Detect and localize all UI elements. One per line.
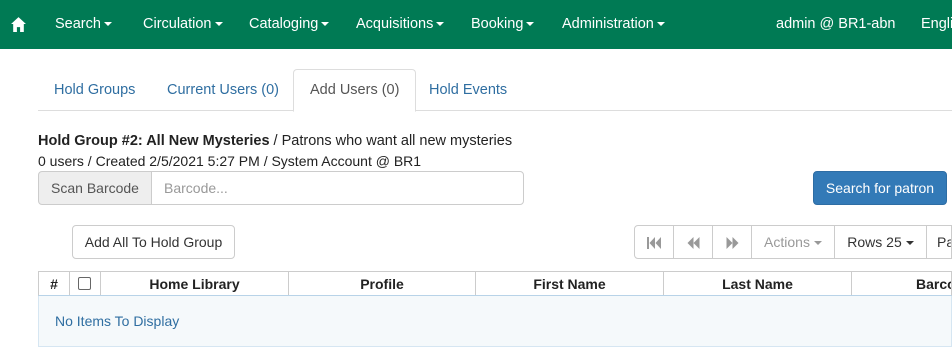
nav-search-menu[interactable]: Search: [55, 0, 112, 49]
column-header-index: #: [39, 272, 70, 295]
nav-administration-label: Administration: [562, 16, 654, 32]
next-page-button[interactable]: [712, 225, 752, 259]
nav-cataloging-label: Cataloging: [249, 16, 319, 32]
hold-group-tabs: Hold Groups Current Users (0) Add Users …: [38, 69, 952, 112]
rows-per-page-label: Rows 25: [847, 234, 902, 250]
hold-group-description: / Patrons who want all new mysteries: [269, 133, 513, 149]
tab-current-users[interactable]: Current Users (0): [151, 69, 295, 111]
nav-cataloging-menu[interactable]: Cataloging: [249, 0, 330, 49]
grid-actions-dropdown[interactable]: Actions: [751, 225, 835, 259]
column-header-barcode[interactable]: Barcode: [852, 272, 951, 295]
first-page-button[interactable]: [634, 225, 674, 259]
chevron-down-icon: [905, 241, 914, 246]
hold-group-meta: 0 users / Created 2/5/2021 5:27 PM / Sys…: [38, 153, 422, 169]
chevron-down-icon: [214, 22, 223, 27]
home-icon[interactable]: [10, 16, 27, 33]
hold-group-heading: Hold Group #2: All New Mysteries / Patro…: [38, 133, 512, 149]
search-for-patron-button[interactable]: Search for patron: [813, 171, 947, 205]
nav-circulation-label: Circulation: [143, 16, 212, 32]
column-header-profile[interactable]: Profile: [289, 272, 476, 295]
nav-language-label: English: [921, 16, 952, 32]
nav-user-menu[interactable]: admin @ BR1-abn: [776, 0, 896, 49]
grid-actions-label: Actions: [764, 234, 810, 250]
chevron-down-icon: [321, 22, 330, 27]
chevron-down-icon: [526, 22, 535, 27]
previous-page-button[interactable]: [673, 225, 713, 259]
tab-add-users[interactable]: Add Users (0): [293, 69, 417, 112]
column-header-last-name[interactable]: Last Name: [664, 272, 852, 295]
column-header-home-library[interactable]: Home Library: [101, 272, 289, 295]
grid-body: No Items To Display: [38, 296, 952, 347]
scan-barcode-label: Scan Barcode: [38, 171, 152, 205]
barcode-input[interactable]: [151, 171, 524, 205]
chevron-down-icon: [103, 22, 112, 27]
nav-booking-menu[interactable]: Booking: [471, 0, 535, 49]
nav-circulation-menu[interactable]: Circulation: [143, 0, 223, 49]
page-dropdown[interactable]: Page: [926, 225, 952, 259]
chevron-down-icon: [436, 22, 445, 27]
column-header-select: [70, 272, 101, 295]
select-all-checkbox[interactable]: [78, 277, 91, 290]
nav-language-menu[interactable]: English: [921, 0, 952, 49]
nav-booking-label: Booking: [471, 16, 524, 32]
column-header-first-name[interactable]: First Name: [476, 272, 664, 295]
chevron-down-icon: [813, 241, 822, 246]
add-all-to-hold-group-button[interactable]: Add All To Hold Group: [72, 225, 235, 259]
chevron-down-icon: [656, 22, 665, 27]
nav-user-label: admin @ BR1-abn: [776, 16, 896, 32]
nav-acquisitions-label: Acquisitions: [356, 16, 434, 32]
page-label: Page: [937, 234, 951, 250]
top-navbar: Search Circulation Cataloging Acquisitio…: [0, 0, 952, 49]
hold-group-title: Hold Group #2: All New Mysteries: [38, 133, 270, 149]
empty-grid-message: No Items To Display: [55, 313, 180, 329]
rows-per-page-dropdown[interactable]: Rows 25: [834, 225, 927, 259]
tab-hold-events[interactable]: Hold Events: [413, 69, 523, 111]
previous-page-icon: [687, 237, 699, 250]
tab-hold-groups[interactable]: Hold Groups: [38, 69, 151, 111]
next-page-icon: [726, 237, 738, 250]
nav-search-label: Search: [55, 16, 101, 32]
first-page-icon: [647, 237, 661, 250]
scan-barcode-group: Scan Barcode: [38, 171, 524, 205]
grid-header: # Home Library Profile First Name Last N…: [38, 271, 952, 296]
nav-acquisitions-menu[interactable]: Acquisitions: [356, 0, 445, 49]
nav-administration-menu[interactable]: Administration: [562, 0, 665, 49]
